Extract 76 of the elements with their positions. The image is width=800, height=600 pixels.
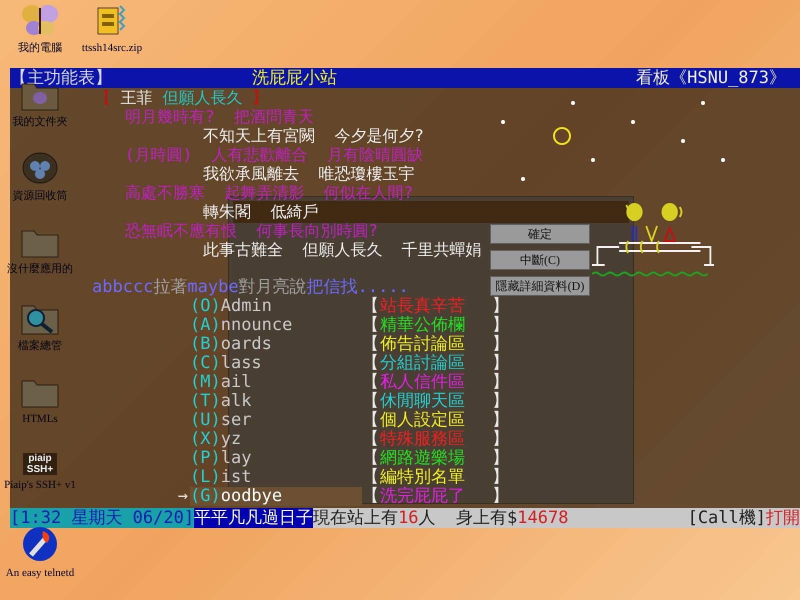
menu-item[interactable]: (G)oodbye: [190, 487, 362, 506]
bracket: 】: [492, 373, 509, 392]
poem-line: 我欲承風離去 唯恐瓊樓玉宇: [203, 164, 414, 183]
site-name: 洗屁屁小站: [252, 68, 337, 88]
bracket: 【: [362, 392, 380, 411]
poem-line: 明月幾時有? 把酒問青天: [125, 107, 314, 126]
bracket: 【: [362, 354, 380, 373]
menu-item[interactable]: (B)oards: [190, 335, 362, 354]
menu-item[interactable]: (O)Admin: [190, 297, 362, 316]
desktop-icon-label[interactable]: ttssh14src.zip: [82, 40, 142, 56]
menu-description: 站長真辛苦: [380, 297, 466, 316]
bracket: 【: [362, 430, 380, 449]
desktop-icon-label[interactable]: 我的電腦: [18, 40, 62, 56]
bracket: 】: [492, 354, 509, 373]
bracket: 【: [362, 449, 380, 468]
menu-description: 特殊服務區: [380, 430, 466, 449]
torch-icon: [21, 525, 59, 563]
bracket: 】: [492, 430, 509, 449]
poem-line: 此事古難全 但願人長久 千里共蟬娟: [203, 240, 482, 259]
status-text: 16: [398, 508, 419, 528]
menu-description: 私人信件區: [380, 373, 466, 392]
app-logo-icon: piaip SSH+: [22, 453, 58, 475]
marquee-text: abbccc拉著maybe對月亮說把信找.....: [92, 278, 409, 297]
bracket: 【: [362, 468, 380, 487]
bracket: 】: [492, 468, 509, 487]
status-text: [Call機]: [688, 508, 766, 528]
bracket: 】: [492, 392, 509, 411]
nest-icon: [20, 150, 60, 186]
poem-line: 轉朱閣 低綺戶: [203, 202, 318, 221]
menu-description: 佈告討論區: [380, 335, 466, 354]
menu-item[interactable]: (X)yz: [190, 430, 362, 449]
status-text: 人 身上有$: [418, 508, 518, 528]
status-text: 打開: [766, 508, 800, 528]
menu-item[interactable]: (M)ail: [190, 373, 362, 392]
menu-item[interactable]: (C)lass: [190, 354, 362, 373]
dialog-button[interactable]: 確定: [490, 224, 590, 244]
bracket: 【: [362, 373, 380, 392]
bracket: 】: [492, 335, 509, 354]
bracket: 】: [492, 297, 509, 316]
status-text: 14678: [517, 508, 568, 528]
menu-item[interactable]: (A)nnounce: [190, 316, 362, 335]
poem-line: (月時圓) 人有悲歡離合 月有陰晴圓缺: [125, 145, 423, 164]
menu-item[interactable]: (U)ser: [190, 411, 362, 430]
dialog-button[interactable]: 中斷(C): [490, 250, 590, 270]
bracket: 】: [492, 487, 509, 506]
status-text: 現在站上有: [313, 508, 398, 528]
menu-description: 休閒聊天區: [380, 392, 466, 411]
moon-icon: [552, 126, 572, 146]
menu-description: 分組討論區: [380, 354, 466, 373]
cursor-arrow: →: [178, 487, 188, 506]
menu-description: 個人設定區: [380, 411, 466, 430]
bracket: 【: [362, 316, 380, 335]
menu-item[interactable]: (P)lay: [190, 449, 362, 468]
bracket: 】: [492, 449, 509, 468]
bracket: 【: [362, 487, 380, 506]
poem-line: 高處不勝寒 起舞弄清影 何似在人間?: [125, 183, 414, 202]
menu-item[interactable]: (L)ist: [190, 468, 362, 487]
board-name: 看板《HSNU_873》: [636, 68, 786, 88]
menu-item[interactable]: (T)alk: [190, 392, 362, 411]
status-text: 平平凡凡過日子: [194, 508, 314, 528]
poem-line: 【 王菲 但願人長久 】: [95, 88, 268, 107]
poem-line: 恐無眠不應有恨 何事長向別時圓?: [125, 221, 378, 240]
poem-line: 不知天上有宮闕 今夕是何夕?: [203, 126, 424, 145]
bracket: 】: [492, 316, 509, 335]
menu-description: 編特別名單: [380, 468, 466, 487]
menu-description: 洗完屁屁了: [380, 487, 466, 506]
butterfly-icon: [20, 2, 60, 38]
bracket: 【: [362, 411, 380, 430]
status-text: [1:32 星期天 06/20]: [10, 508, 194, 528]
menu-description: 網路遊樂場: [380, 449, 466, 468]
bracket: 】: [492, 411, 509, 430]
dialog-button[interactable]: 隱藏詳細資料(D): [490, 276, 590, 296]
bracket: 【: [362, 335, 380, 354]
menu-description: 精華公佈欄: [380, 316, 466, 335]
desktop-icon-label[interactable]: An easy telnetd: [6, 565, 74, 582]
bracket: 【: [362, 297, 380, 316]
